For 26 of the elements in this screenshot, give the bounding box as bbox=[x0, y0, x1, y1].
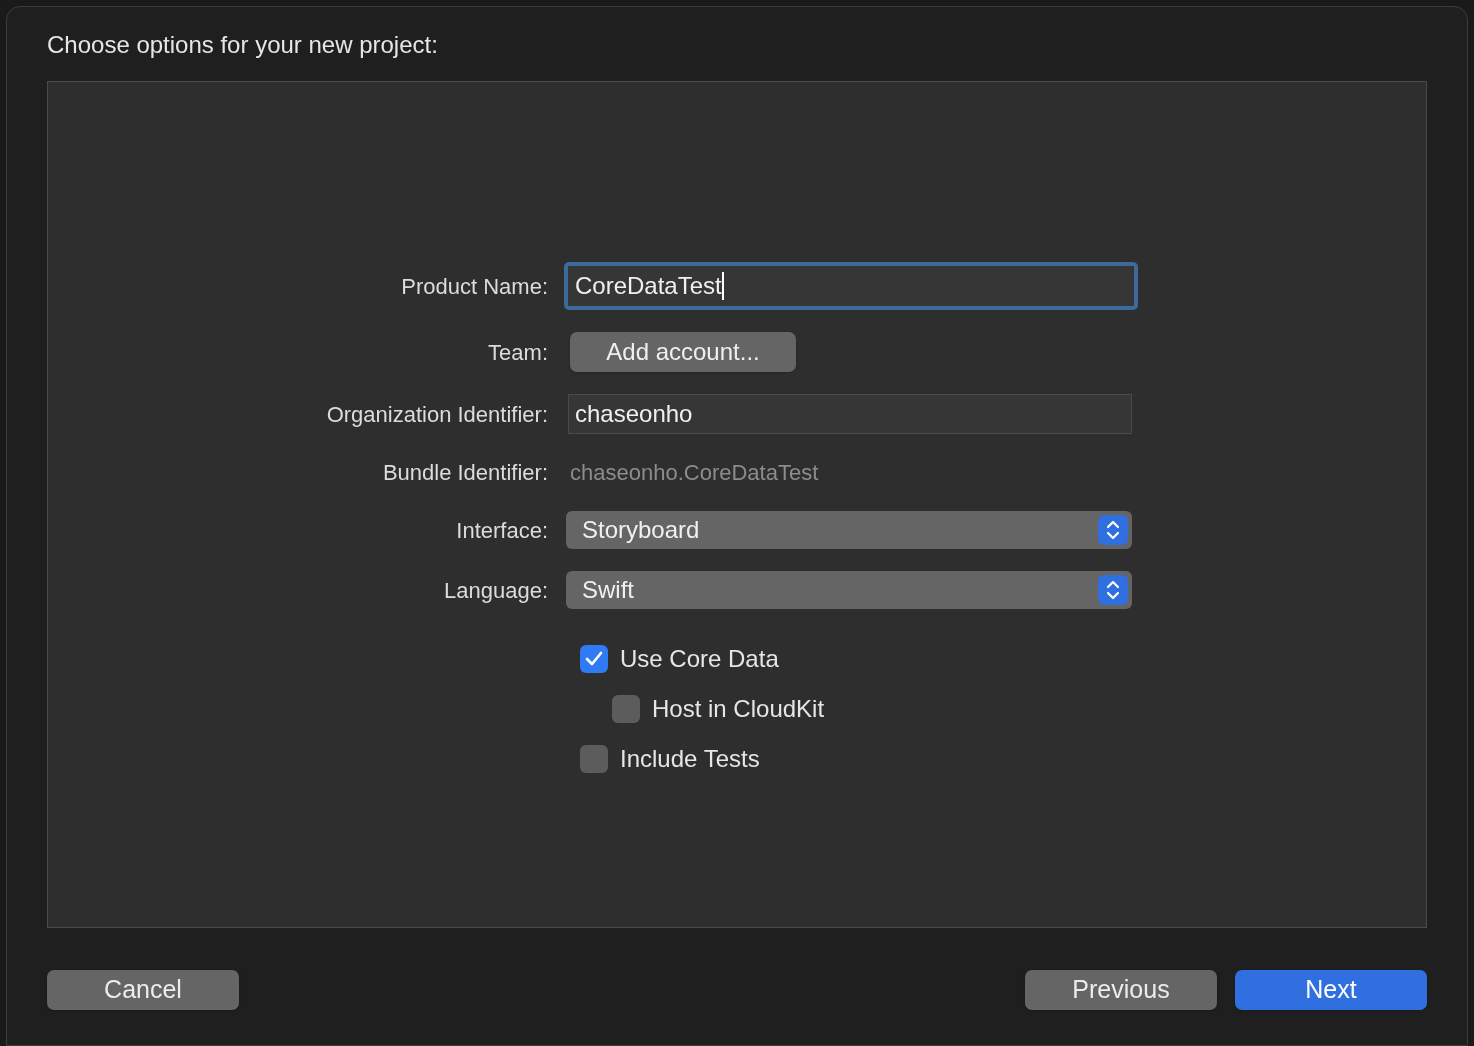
field-label: Language: bbox=[443, 576, 549, 605]
field-label: Bundle Identifier: bbox=[381, 459, 549, 487]
text-cursor bbox=[721, 272, 724, 300]
dialog-button[interactable]: Previous bbox=[1025, 970, 1217, 1010]
dialog-button[interactable]: Cancel bbox=[47, 970, 239, 1010]
checkbox[interactable] bbox=[580, 745, 608, 773]
checkbox[interactable] bbox=[580, 645, 608, 673]
stepper-icon bbox=[1098, 575, 1128, 605]
checkbox-label: Host in CloudKit bbox=[652, 694, 825, 724]
checkbox[interactable] bbox=[612, 695, 640, 723]
dialog-title: Choose options for your new project: bbox=[47, 30, 439, 60]
popup-menu[interactable]: Storyboard bbox=[566, 511, 1132, 549]
text-field[interactable]: CoreDataTest bbox=[564, 262, 1138, 310]
dialog-button[interactable]: Next bbox=[1235, 970, 1427, 1010]
bundle-identifier-value: chaseonho.CoreDataTest bbox=[570, 459, 819, 487]
field-label: Team: bbox=[487, 338, 549, 367]
checkmark-icon bbox=[585, 651, 603, 667]
popup-menu[interactable]: Swift bbox=[566, 571, 1132, 609]
checkbox-label: Use Core Data bbox=[620, 644, 779, 674]
add-account-button[interactable]: Add account... bbox=[570, 332, 796, 372]
field-label: Organization Identifier: bbox=[325, 400, 549, 429]
checkbox-label: Include Tests bbox=[620, 744, 760, 774]
field-label: Product Name: bbox=[400, 272, 549, 301]
field-label: Interface: bbox=[455, 516, 549, 545]
text-field[interactable]: chaseonho bbox=[568, 394, 1132, 434]
stepper-icon bbox=[1098, 515, 1128, 545]
